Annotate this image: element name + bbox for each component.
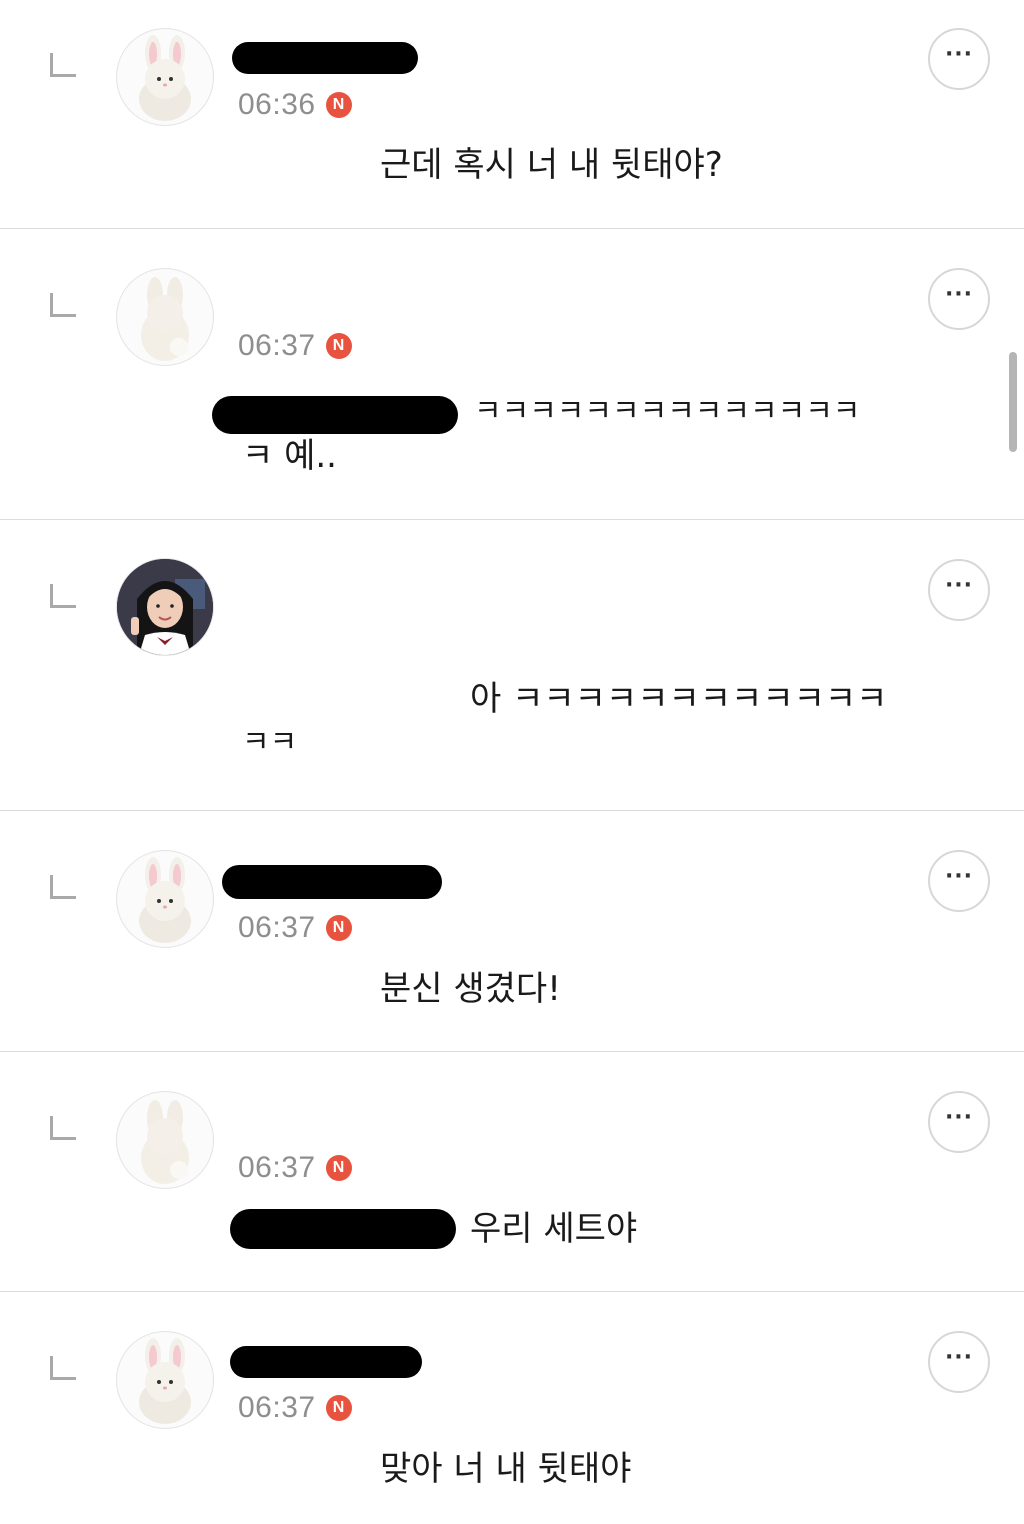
comment-meta: 06:37 N (238, 1151, 352, 1185)
comment-time: 06:37 (238, 911, 316, 944)
more-options-button[interactable]: ··· (928, 1091, 990, 1153)
comment-time: 06:37 (238, 329, 316, 362)
comment-meta: 06:37 N (238, 1391, 352, 1425)
reply-arrow-icon (50, 1356, 76, 1380)
bunny-plush-avatar[interactable] (116, 28, 214, 126)
comment-meta: 06:37 N (238, 911, 352, 945)
more-dots-icon: ··· (944, 573, 974, 598)
scrollbar-thumb[interactable] (1009, 352, 1017, 452)
bunny-plush-avatar[interactable] (116, 1331, 214, 1429)
comment-item: 06:37 N ··· ㅋㅋㅋㅋㅋㅋㅋㅋㅋㅋㅋㅋㅋㅋ ㅋ 예.. (0, 229, 1024, 520)
bunny-plush-back-avatar[interactable] (116, 268, 214, 366)
new-badge: N (325, 915, 352, 941)
more-dots-icon: ··· (944, 42, 974, 67)
redacted-text (212, 396, 458, 434)
new-badge: N (325, 1155, 352, 1181)
more-dots-icon: ··· (944, 1105, 974, 1130)
comment-meta: 06:36 N (238, 88, 352, 122)
comment-time: 06:36 (238, 88, 316, 121)
more-options-button[interactable]: ··· (928, 28, 990, 90)
reply-arrow-icon (50, 584, 76, 608)
comment-text-line2: ㅋㅋ (242, 725, 298, 760)
comment-text-line1: ㅋㅋㅋㅋㅋㅋㅋㅋㅋㅋㅋㅋㅋㅋ (474, 394, 861, 429)
new-badge: N (325, 333, 352, 359)
comment-item: 06:36 N ··· 근데 혹시 너 내 뒷태야? (0, 0, 1024, 229)
comment-text: 우리 세트야 (470, 1209, 638, 1249)
comment-text: 맞아 너 내 뒷태야 (380, 1449, 632, 1489)
reply-arrow-icon (50, 875, 76, 899)
comment-time: 06:37 (238, 1391, 316, 1424)
user-photo-avatar[interactable] (116, 558, 214, 656)
bunny-plush-avatar[interactable] (116, 850, 214, 948)
reply-arrow-icon (50, 1116, 76, 1140)
reply-arrow-icon (50, 53, 76, 77)
comment-item: 06:37 N ··· 분신 생겼다! (0, 811, 1024, 1052)
new-badge: N (325, 1395, 352, 1421)
comment-meta: 06:37 N (238, 329, 352, 363)
more-options-button[interactable]: ··· (928, 850, 990, 912)
comment-item: ··· 아 ㅋㅋㅋㅋㅋㅋㅋㅋㅋㅋㅋㅋ ㅋㅋ (0, 520, 1024, 811)
redacted-username (222, 865, 442, 899)
comment-time: 06:37 (238, 1151, 316, 1184)
bunny-plush-back-avatar[interactable] (116, 1091, 214, 1189)
redacted-username (232, 42, 418, 74)
comment-text: 분신 생겼다! (380, 969, 561, 1009)
more-dots-icon: ··· (944, 864, 974, 889)
more-options-button[interactable]: ··· (928, 559, 990, 621)
comment-item: 06:37 N ··· 맞아 너 내 뒷태야 (0, 1292, 1024, 1524)
more-dots-icon: ··· (944, 282, 974, 307)
new-badge: N (325, 92, 352, 118)
redacted-text (230, 1209, 456, 1249)
reply-arrow-icon (50, 293, 76, 317)
redacted-username (230, 1346, 422, 1378)
more-options-button[interactable]: ··· (928, 268, 990, 330)
more-options-button[interactable]: ··· (928, 1331, 990, 1393)
comment-text-line2: ㅋ 예.. (242, 436, 337, 476)
comment-text-line1: 아 ㅋㅋㅋㅋㅋㅋㅋㅋㅋㅋㅋㅋ (470, 679, 888, 719)
comment-text: 근데 혹시 너 내 뒷태야? (380, 145, 723, 185)
comment-item: 06:37 N ··· 우리 세트야 (0, 1052, 1024, 1292)
more-dots-icon: ··· (944, 1345, 974, 1370)
